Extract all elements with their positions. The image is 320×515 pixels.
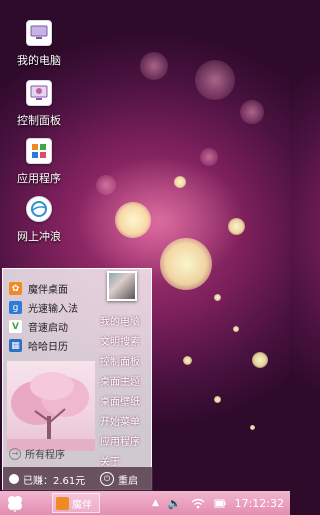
pinned-item-calendar[interactable]: ▦ 哈哈日历 [9, 336, 78, 355]
start-menu-right-column: 我的电脑 文明搜索 控制面板 桌面主题 桌面壁纸 开始菜单 应用程序 关于 [100, 313, 140, 473]
mobile-desktop-icon [56, 496, 69, 510]
start-menu-item-search[interactable]: 文明搜索 [100, 333, 140, 353]
browser-icon [26, 196, 52, 222]
mobile-desktop-icon: ✿ [9, 282, 22, 295]
pinned-apps-list: ✿ 魔伴桌面 g 光速输入法 V 音速启动 ▦ 哈哈日历 [9, 279, 78, 355]
wallpaper-bokeh [160, 238, 212, 290]
taskbar: 魔伴 ▲ 🔈 17:12:32 [0, 491, 290, 515]
earnings-display[interactable]: 已赚：2.61元 [9, 472, 85, 487]
wallpaper-bokeh [250, 425, 255, 430]
desktop-icon-browser[interactable]: 网上冲浪 [4, 196, 74, 244]
avatar[interactable] [107, 271, 137, 301]
wallpaper-bokeh [240, 100, 264, 124]
earnings-text: 已赚：2.61元 [23, 475, 86, 487]
control-panel-icon [26, 80, 52, 106]
desktop-icon-label: 应用程序 [17, 172, 61, 185]
pinned-item-mobile-desktop[interactable]: ✿ 魔伴桌面 [9, 279, 78, 298]
taskbar-app-button[interactable]: 魔伴 [52, 493, 100, 513]
start-menu-item-my-computer[interactable]: 我的电脑 [100, 313, 140, 333]
all-programs-button[interactable]: → 所有程序 [9, 446, 65, 461]
start-menu-bottom-bar: 已赚：2.61元 ⏻ 重启 [3, 467, 153, 491]
pinned-item-input-method[interactable]: g 光速输入法 [9, 298, 78, 317]
pinned-item-launcher[interactable]: V 音速启动 [9, 317, 78, 336]
pinned-item-label: 魔伴桌面 [28, 285, 68, 296]
start-button[interactable] [0, 491, 30, 515]
wifi-icon[interactable] [191, 498, 205, 509]
computer-icon [26, 20, 52, 46]
arrow-right-icon: → [9, 447, 21, 460]
start-menu-item-applications[interactable]: 应用程序 [100, 433, 140, 453]
wallpaper-bokeh [214, 396, 221, 403]
wallpaper-bokeh [200, 148, 218, 166]
launcher-icon: V [9, 320, 22, 333]
wallpaper-bokeh [96, 175, 116, 195]
desktop-icon-control-panel[interactable]: 控制面板 [4, 80, 74, 128]
tray-expand-icon[interactable]: ▲ [152, 498, 159, 508]
wallpaper-bokeh [228, 218, 245, 235]
pinned-item-label: 音速启动 [28, 323, 68, 334]
start-menu-item-wallpaper[interactable]: 桌面壁纸 [100, 393, 140, 413]
start-menu-item-start-menu[interactable]: 开始菜单 [100, 413, 140, 433]
restart-label: 重启 [118, 475, 138, 487]
restart-button[interactable]: ⏻ 重启 [100, 472, 138, 487]
all-programs-label: 所有程序 [25, 450, 65, 461]
wallpaper-bokeh [252, 352, 268, 368]
pinned-item-label: 哈哈日历 [28, 342, 68, 353]
clock[interactable]: 17:12:32 [235, 497, 284, 510]
desktop-icon-label: 我的电脑 [17, 54, 61, 67]
desktop-icon-my-computer[interactable]: 我的电脑 [4, 20, 74, 68]
wallpaper-bokeh [214, 294, 221, 301]
start-menu-item-control-panel[interactable]: 控制面板 [100, 353, 140, 373]
desktop-icon-label: 控制面板 [17, 114, 61, 127]
pinned-item-label: 光速输入法 [28, 304, 78, 315]
calendar-icon: ▦ [9, 339, 22, 352]
taskbar-app-label: 魔伴 [72, 499, 92, 511]
applications-icon [26, 138, 52, 164]
start-menu-artwork [7, 361, 95, 451]
desktop-icon-applications[interactable]: 应用程序 [4, 138, 74, 186]
clover-icon [8, 496, 22, 512]
desktop-icon-label: 网上冲浪 [17, 230, 61, 243]
power-icon: ⏻ [100, 472, 114, 486]
battery-icon[interactable] [214, 497, 226, 509]
start-menu-item-desktop-theme[interactable]: 桌面主题 [100, 373, 140, 393]
wallpaper-bokeh [140, 52, 168, 80]
wallpaper-bokeh [233, 326, 239, 332]
money-bag-icon [9, 474, 19, 484]
wallpaper-bokeh [183, 356, 192, 365]
input-method-icon: g [9, 301, 22, 314]
wallpaper-bokeh [195, 60, 235, 100]
start-menu: ✿ 魔伴桌面 g 光速输入法 V 音速启动 ▦ 哈哈日历 → 所有程序 我的电脑… [2, 268, 153, 491]
volume-icon[interactable]: 🔈 [168, 497, 182, 510]
wallpaper-bokeh [174, 176, 186, 188]
wallpaper-bokeh [115, 202, 151, 238]
system-tray: ▲ 🔈 17:12:32 [152, 497, 284, 510]
